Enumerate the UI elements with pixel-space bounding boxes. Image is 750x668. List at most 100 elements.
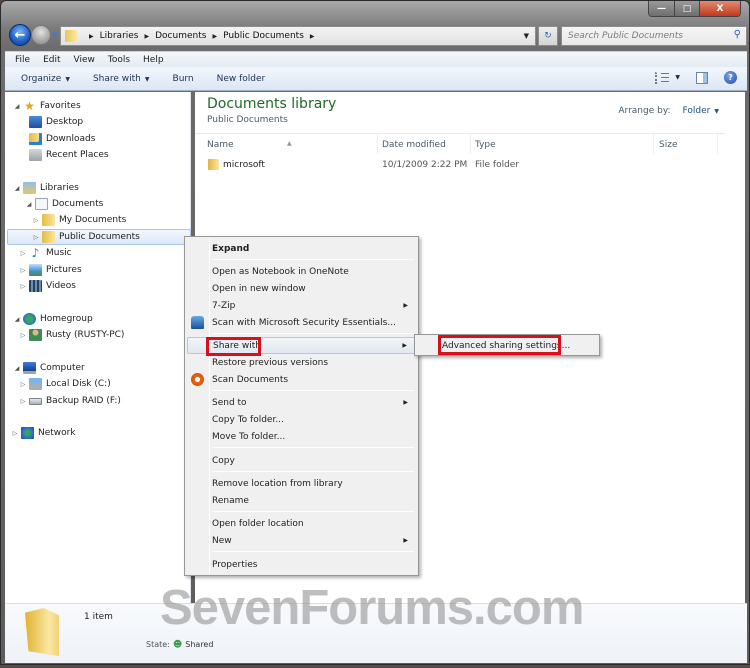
collapsed-triangle-icon[interactable]: ▷ xyxy=(19,283,27,290)
menu-view[interactable]: View xyxy=(74,55,95,65)
nav-videos[interactable]: ▷ Videos xyxy=(19,278,76,294)
breadcrumb-public-documents[interactable]: Public Documents xyxy=(223,31,304,41)
search-icon[interactable]: ⚲ xyxy=(734,29,741,40)
refresh-button[interactable]: ↻ xyxy=(538,26,558,46)
chevron-right-icon[interactable]: ▶ xyxy=(212,33,217,40)
column-divider[interactable] xyxy=(653,134,654,154)
menu-item-move-to-folder[interactable]: Move To folder... xyxy=(187,428,416,445)
menu-help[interactable]: Help xyxy=(143,55,164,65)
column-type[interactable]: Type xyxy=(475,140,496,150)
nav-documents[interactable]: ◢ Documents xyxy=(25,196,103,212)
nav-downloads[interactable]: Downloads xyxy=(27,131,95,147)
nav-my-documents[interactable]: ▷ My Documents xyxy=(32,212,126,228)
recent-pages-dropdown[interactable]: ▼ xyxy=(52,31,57,39)
address-bar[interactable]: ▶ Libraries ▶ Documents ▶ Public Documen… xyxy=(60,26,536,46)
chevron-right-icon[interactable]: ▶ xyxy=(310,33,315,40)
nav-network[interactable]: ▷ Network xyxy=(11,425,76,441)
menu-item-open-onenote[interactable]: Open as Notebook in OneNote xyxy=(187,263,416,280)
expanded-triangle-icon[interactable]: ◢ xyxy=(25,201,33,208)
collapsed-triangle-icon[interactable]: ▷ xyxy=(19,250,27,257)
menu-edit[interactable]: Edit xyxy=(43,55,60,65)
collapsed-triangle-icon[interactable]: ▷ xyxy=(19,381,27,388)
nav-recent-places[interactable]: Recent Places xyxy=(27,147,109,163)
menu-tools[interactable]: Tools xyxy=(108,55,130,65)
menu-item-expand[interactable]: Expand xyxy=(187,240,416,257)
menu-item-copy[interactable]: Copy xyxy=(187,452,416,469)
computer-icon xyxy=(23,362,36,374)
share-with-button[interactable]: Share with ▼ xyxy=(93,74,150,84)
column-divider[interactable] xyxy=(717,134,718,154)
nav-local-disk[interactable]: ▷ Local Disk (C:) xyxy=(19,376,111,392)
table-row[interactable]: microsoft 10/1/2009 2:22 PM File folder xyxy=(195,157,725,173)
nav-desktop[interactable]: Desktop xyxy=(27,114,83,130)
nav-music[interactable]: ▷ ♪ Music xyxy=(19,245,72,261)
expanded-triangle-icon[interactable]: ◢ xyxy=(13,365,21,372)
preview-pane-icon[interactable] xyxy=(696,71,708,84)
menu-separator xyxy=(213,447,414,448)
arrange-value[interactable]: Folder xyxy=(683,106,711,116)
menu-item-advanced-sharing[interactable]: Advanced sharing settings... xyxy=(418,337,596,354)
menu-item-7zip[interactable]: 7-Zip ▶ xyxy=(187,297,416,314)
view-controls: ▼ ? xyxy=(655,71,737,84)
breadcrumb-documents[interactable]: Documents xyxy=(155,31,206,41)
collapsed-triangle-icon[interactable]: ▷ xyxy=(19,398,27,405)
nav-public-documents[interactable]: ▷ Public Documents xyxy=(7,229,191,245)
minimize-button[interactable]: — xyxy=(649,1,675,16)
menu-item-copy-to-folder[interactable]: Copy To folder... xyxy=(187,411,416,428)
back-button[interactable]: ← xyxy=(9,24,31,46)
menu-item-remove-location[interactable]: Remove location from library xyxy=(187,475,416,492)
column-name[interactable]: Name xyxy=(207,140,234,150)
search-input[interactable]: Search Public Documents ⚲ xyxy=(561,26,747,46)
nav-rusty-pc[interactable]: ▷ Rusty (RUSTY-PC) xyxy=(19,327,124,343)
arrange-label: Arrange by: xyxy=(618,106,671,116)
maximize-button[interactable]: □ xyxy=(675,1,700,16)
collapsed-triangle-icon[interactable]: ▷ xyxy=(19,332,27,339)
nav-favorites[interactable]: ◢ ★ Favorites xyxy=(13,98,81,114)
menu-item-open-folder-location[interactable]: Open folder location xyxy=(187,515,416,532)
menu-item-rename[interactable]: Rename xyxy=(187,492,416,509)
nav-label: Local Disk (C:) xyxy=(46,379,111,389)
collapsed-triangle-icon[interactable]: ▷ xyxy=(11,430,19,437)
address-dropdown-icon[interactable]: ▼ xyxy=(524,32,529,40)
column-date-modified[interactable]: Date modified xyxy=(382,140,446,150)
collapsed-triangle-icon[interactable]: ▷ xyxy=(32,234,40,241)
nav-libraries[interactable]: ◢ Libraries xyxy=(13,180,79,196)
share-with-label: Share with xyxy=(92,73,141,84)
nav-homegroup[interactable]: ◢ Homegroup xyxy=(13,311,93,327)
menu-item-new[interactable]: New ▶ xyxy=(187,532,416,549)
nav-pictures[interactable]: ▷ Pictures xyxy=(19,262,82,278)
forward-button[interactable] xyxy=(31,25,51,45)
collapsed-triangle-icon[interactable]: ▷ xyxy=(32,217,40,224)
caption-buttons: — □ X xyxy=(648,1,741,17)
expanded-triangle-icon[interactable]: ◢ xyxy=(13,103,21,110)
nav-backup-raid[interactable]: ▷ Backup RAID (F:) xyxy=(19,393,121,409)
new-folder-button[interactable]: New folder xyxy=(217,74,266,84)
collapsed-triangle-icon[interactable]: ▷ xyxy=(19,267,27,274)
menu-item-send-to[interactable]: Send to ▶ xyxy=(187,394,416,411)
chevron-down-icon[interactable]: ▼ xyxy=(714,108,719,115)
close-button[interactable]: X xyxy=(700,1,740,16)
expanded-triangle-icon[interactable]: ◢ xyxy=(13,185,21,192)
library-subtitle[interactable]: Public Documents xyxy=(207,115,288,125)
column-size[interactable]: Size xyxy=(659,140,677,150)
chevron-right-icon[interactable]: ▶ xyxy=(145,33,150,40)
nav-label: Documents xyxy=(52,199,104,209)
menu-item-scan-documents[interactable]: Scan Documents xyxy=(187,371,416,388)
menu-item-properties[interactable]: Properties xyxy=(187,556,416,573)
burn-button[interactable]: Burn xyxy=(173,74,194,84)
column-divider[interactable] xyxy=(377,134,378,154)
column-divider[interactable] xyxy=(470,134,471,154)
menu-file[interactable]: File xyxy=(15,55,30,65)
menu-item-restore-versions[interactable]: Restore previous versions xyxy=(187,354,416,371)
help-icon[interactable]: ? xyxy=(724,71,737,84)
menu-item-scan-mse[interactable]: Scan with Microsoft Security Essentials.… xyxy=(187,314,416,331)
organize-button[interactable]: Organize ▼ xyxy=(21,74,70,84)
menu-item-open-new-window[interactable]: Open in new window xyxy=(187,280,416,297)
change-view-icon[interactable] xyxy=(655,71,670,84)
nav-computer[interactable]: ◢ Computer xyxy=(13,360,85,376)
menu-label: Copy xyxy=(212,455,235,466)
expanded-triangle-icon[interactable]: ◢ xyxy=(13,316,21,323)
view-dropdown-icon[interactable]: ▼ xyxy=(675,74,680,81)
breadcrumb-libraries[interactable]: Libraries xyxy=(100,31,139,41)
menu-item-share-with[interactable]: Share with ▶ xyxy=(187,337,416,354)
